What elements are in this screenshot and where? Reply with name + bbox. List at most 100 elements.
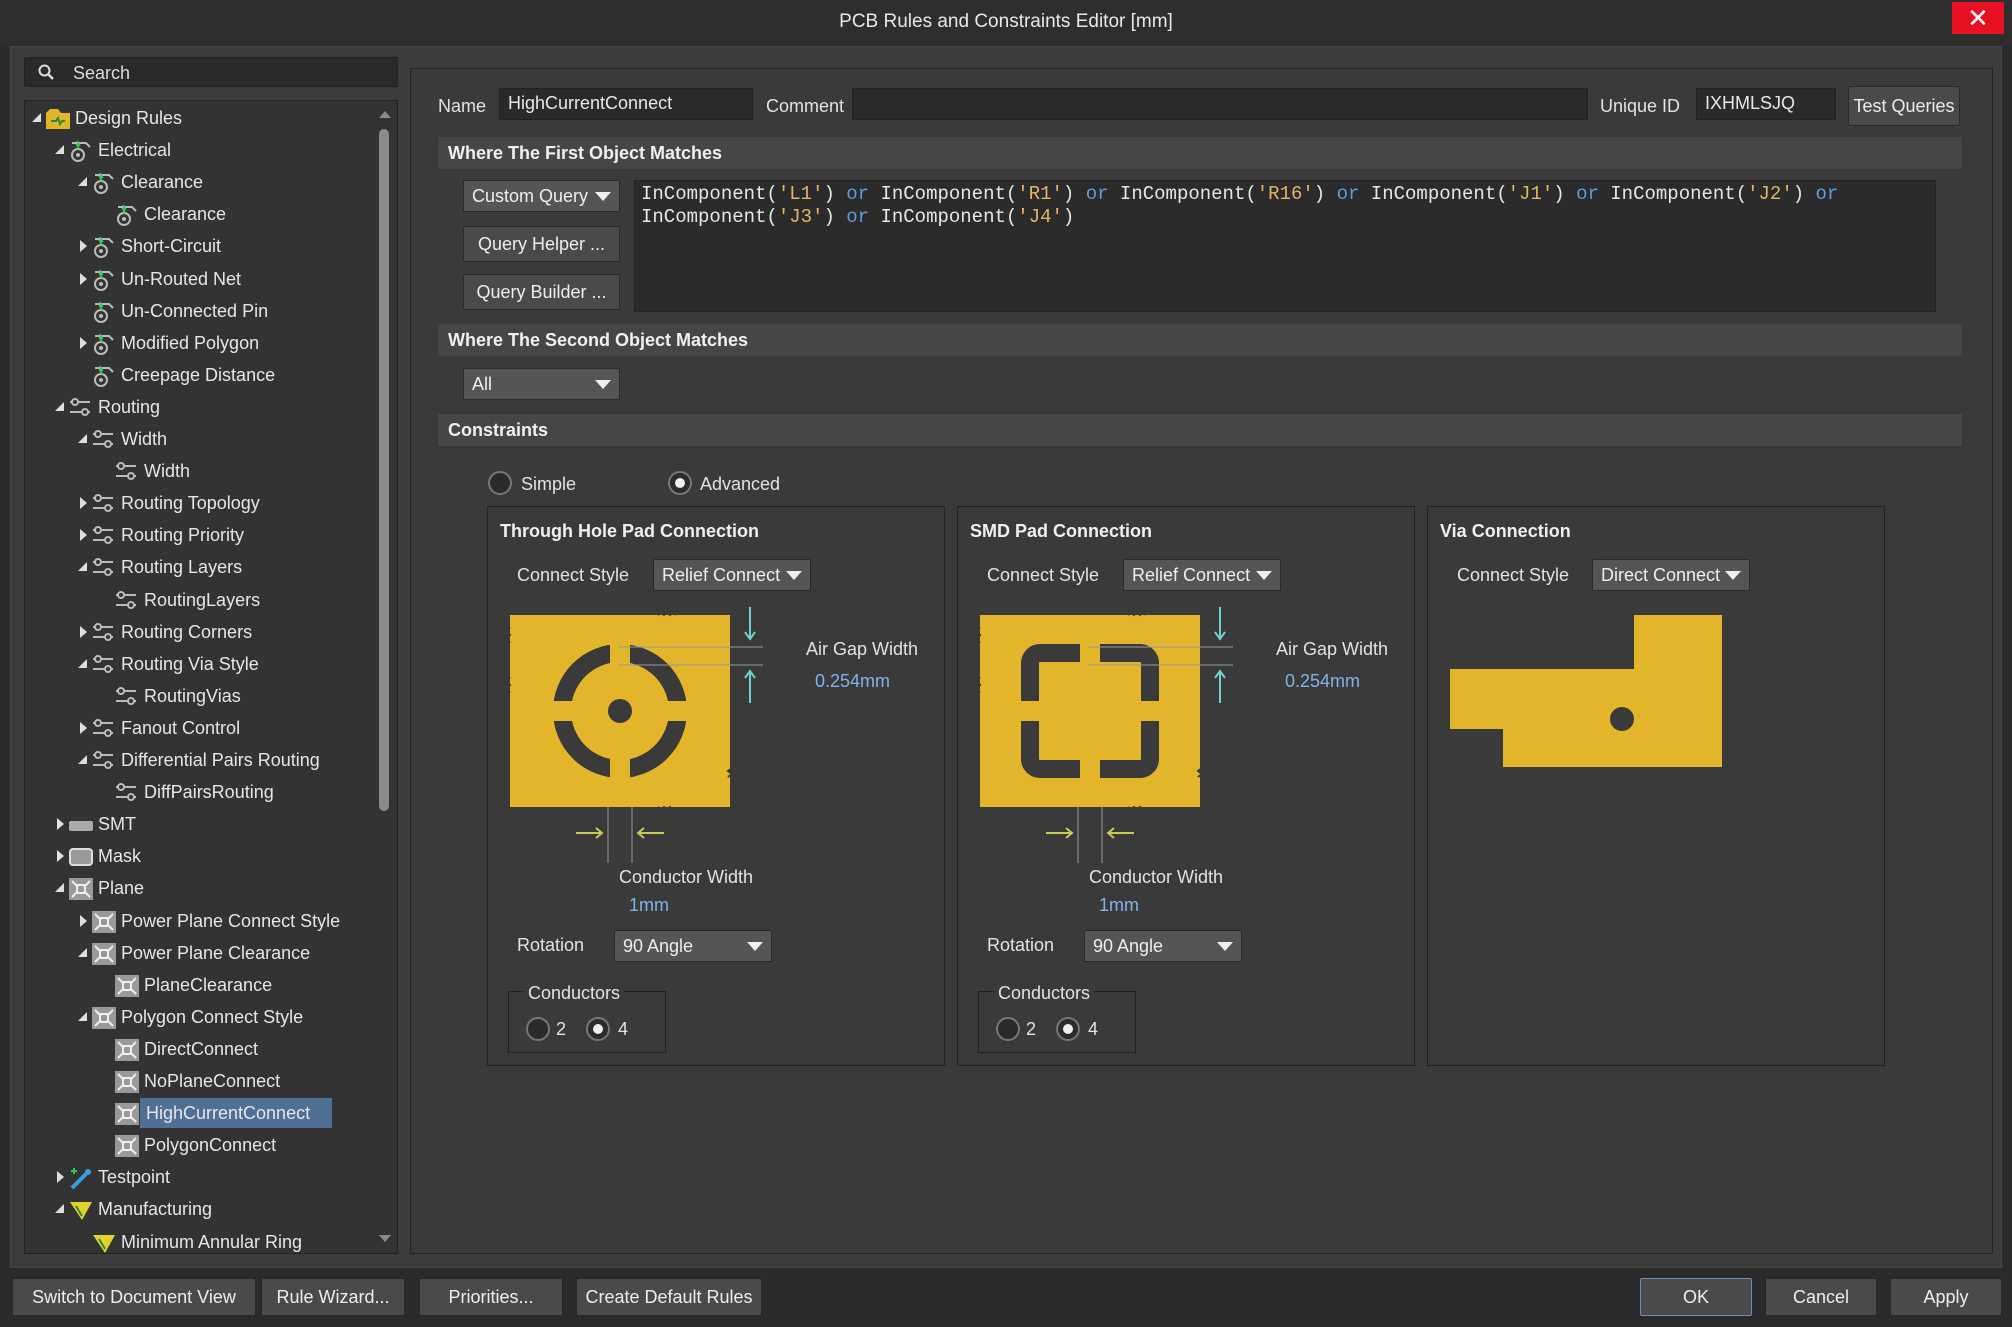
tree-item[interactable]: Routing xyxy=(54,392,384,422)
th-rotation-dropdown[interactable]: 90 Angle xyxy=(614,930,772,962)
query-builder-button[interactable]: Query Builder ... xyxy=(463,274,620,310)
tree-item[interactable]: Width xyxy=(77,424,397,454)
th-conductors-2-radio[interactable] xyxy=(526,1017,550,1041)
th-conductor-width-value[interactable]: 1mm xyxy=(629,895,669,916)
simple-radio[interactable] xyxy=(488,471,512,495)
scroll-up-icon[interactable] xyxy=(379,111,391,118)
ok-button[interactable]: OK xyxy=(1640,1278,1752,1316)
tree-item[interactable]: Power Plane Clearance xyxy=(77,938,397,968)
scroll-down-icon[interactable] xyxy=(379,1235,391,1242)
tree-item[interactable]: Routing Topology xyxy=(77,488,397,518)
tree-item[interactable]: Minimum Annular Ring xyxy=(77,1227,397,1254)
apply-button[interactable]: Apply xyxy=(1890,1278,2002,1316)
thermal-relief-diagram xyxy=(508,607,763,863)
tree-item[interactable]: Plane xyxy=(54,873,384,903)
expanded-arrow-icon[interactable] xyxy=(77,552,91,582)
tree-item[interactable]: Design Rules xyxy=(31,103,361,133)
smd-air-gap-value[interactable]: 0.254mm xyxy=(1285,671,1360,692)
tree-item[interactable]: RoutingVias xyxy=(100,681,397,711)
th-connect-style-dropdown[interactable]: Relief Connect xyxy=(653,559,811,591)
search-input[interactable] xyxy=(73,62,383,84)
collapsed-arrow-icon[interactable] xyxy=(77,328,91,358)
advanced-radio[interactable] xyxy=(668,471,692,495)
name-field[interactable]: HighCurrentConnect xyxy=(499,88,753,120)
smd-conductors-2-radio[interactable] xyxy=(996,1017,1020,1041)
collapsed-arrow-icon[interactable] xyxy=(77,231,91,261)
tree-item[interactable]: Routing Via Style xyxy=(77,649,397,679)
tree-item[interactable]: Clearance xyxy=(100,199,397,229)
unique-id-field[interactable]: IXHMLSJQ xyxy=(1696,88,1836,120)
tree-item[interactable]: SMT xyxy=(54,809,384,839)
th-conductors-4-radio[interactable] xyxy=(586,1017,610,1041)
collapsed-arrow-icon[interactable] xyxy=(77,617,91,647)
tree-item[interactable]: Un-Routed Net xyxy=(77,264,397,294)
tree-item[interactable]: PolygonConnect xyxy=(100,1130,397,1160)
tree-item[interactable]: Testpoint xyxy=(54,1162,384,1192)
close-button[interactable]: ✕ xyxy=(1952,2,2004,34)
collapsed-arrow-icon[interactable] xyxy=(54,841,68,871)
expanded-arrow-icon[interactable] xyxy=(54,392,68,422)
tree-item[interactable]: Modified Polygon xyxy=(77,328,397,358)
collapsed-arrow-icon[interactable] xyxy=(77,520,91,550)
tree-item[interactable]: Routing Layers xyxy=(77,552,397,582)
collapsed-arrow-icon[interactable] xyxy=(77,906,91,936)
cancel-button[interactable]: Cancel xyxy=(1765,1278,1877,1316)
tree-item[interactable]: Routing Priority xyxy=(77,520,397,550)
tree-item[interactable]: Mask xyxy=(54,841,384,871)
tree-item[interactable]: Fanout Control xyxy=(77,713,397,743)
tree-item[interactable]: HighCurrentConnect xyxy=(100,1098,397,1129)
tree-item[interactable]: Un-Connected Pin xyxy=(77,296,397,326)
expanded-arrow-icon[interactable] xyxy=(77,745,91,775)
tree-item[interactable]: DirectConnect xyxy=(100,1034,397,1064)
tree-item[interactable]: Creepage Distance xyxy=(77,360,397,390)
create-default-rules-button[interactable]: Create Default Rules xyxy=(576,1278,762,1316)
scroll-thumb[interactable] xyxy=(379,129,389,811)
query-helper-button[interactable]: Query Helper ... xyxy=(463,226,620,262)
query-editor[interactable]: InComponent('L1') or InComponent('R1') o… xyxy=(634,180,1936,312)
expanded-arrow-icon[interactable] xyxy=(54,873,68,903)
comment-field[interactable] xyxy=(852,88,1588,120)
expanded-arrow-icon[interactable] xyxy=(77,167,91,197)
expanded-arrow-icon[interactable] xyxy=(54,1194,68,1224)
tree-item[interactable]: Width xyxy=(100,456,397,486)
collapsed-arrow-icon[interactable] xyxy=(77,264,91,294)
tree-item[interactable]: DiffPairsRouting xyxy=(100,777,397,807)
tree-item-label: RoutingVias xyxy=(144,685,241,706)
first-object-mode-dropdown[interactable]: Custom Query xyxy=(463,180,620,212)
expanded-arrow-icon[interactable] xyxy=(54,135,68,165)
rule-wizard-button[interactable]: Rule Wizard... xyxy=(261,1278,405,1316)
expanded-arrow-icon[interactable] xyxy=(31,103,45,133)
collapsed-arrow-icon[interactable] xyxy=(77,488,91,518)
test-queries-button[interactable]: Test Queries xyxy=(1848,86,1960,126)
tree-item[interactable]: NoPlaneConnect xyxy=(100,1066,397,1096)
smd-conductors-4-radio[interactable] xyxy=(1056,1017,1080,1041)
tree-item[interactable]: Polygon Connect Style xyxy=(77,1002,397,1032)
tree-item[interactable]: PlaneClearance xyxy=(100,970,397,1000)
smd-rotation-dropdown[interactable]: 90 Angle xyxy=(1084,930,1242,962)
tree-item-label: Differential Pairs Routing xyxy=(121,750,320,770)
collapsed-arrow-icon[interactable] xyxy=(54,1162,68,1192)
tree-scrollbar[interactable] xyxy=(377,105,391,1245)
smd-connect-style-dropdown[interactable]: Relief Connect xyxy=(1123,559,1281,591)
tree-item-label: Routing Layers xyxy=(121,557,243,578)
tree-item[interactable]: Routing Corners xyxy=(77,617,397,647)
tree-item[interactable]: Power Plane Connect Style xyxy=(77,906,397,936)
tree-item[interactable]: Electrical xyxy=(54,135,384,165)
tree-item[interactable]: RoutingLayers xyxy=(100,585,397,615)
expanded-arrow-icon[interactable] xyxy=(77,938,91,968)
second-object-mode-dropdown[interactable]: All xyxy=(463,368,620,400)
th-air-gap-value[interactable]: 0.254mm xyxy=(815,671,890,692)
collapsed-arrow-icon[interactable] xyxy=(54,809,68,839)
via-connect-style-dropdown[interactable]: Direct Connect xyxy=(1592,559,1750,591)
tree-item[interactable]: Short-Circuit xyxy=(77,231,397,261)
switch-to-document-view-button[interactable]: Switch to Document View xyxy=(12,1278,256,1316)
smd-conductor-width-value[interactable]: 1mm xyxy=(1099,895,1139,916)
expanded-arrow-icon[interactable] xyxy=(77,424,91,454)
priorities-button[interactable]: Priorities... xyxy=(419,1278,563,1316)
tree-item[interactable]: Differential Pairs Routing xyxy=(77,745,397,775)
expanded-arrow-icon[interactable] xyxy=(77,649,91,679)
expanded-arrow-icon[interactable] xyxy=(77,1002,91,1032)
collapsed-arrow-icon[interactable] xyxy=(77,713,91,743)
tree-item[interactable]: Clearance xyxy=(77,167,397,197)
tree-item[interactable]: Manufacturing xyxy=(54,1194,384,1224)
